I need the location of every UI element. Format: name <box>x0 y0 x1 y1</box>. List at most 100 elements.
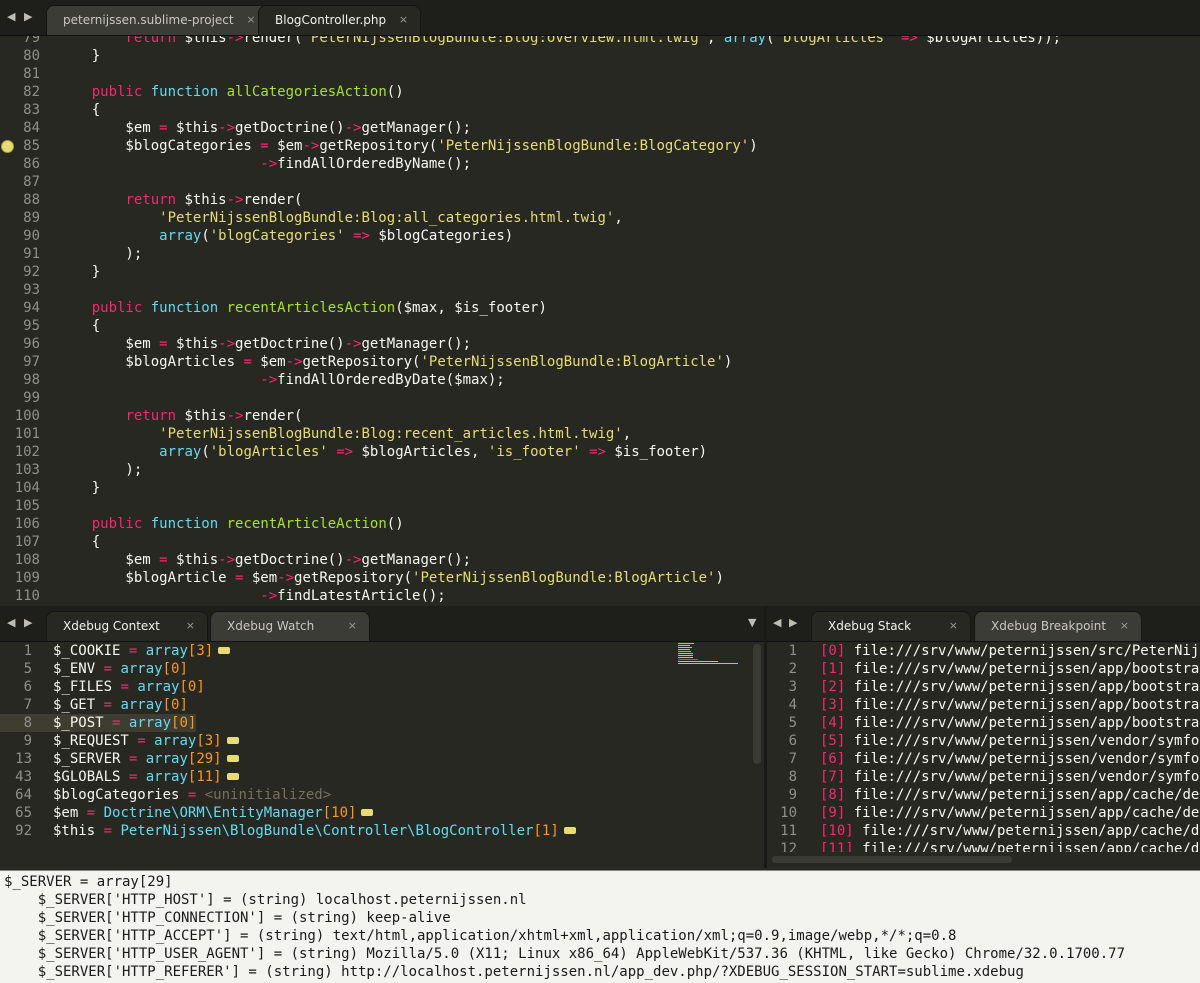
tab-nav-left-icon[interactable]: ◀ <box>7 606 17 641</box>
stack-frame-row[interactable]: 3 [2] file:///srv/www/peternijssen/app/bo… <box>767 678 1200 696</box>
code-line[interactable]: 105 <box>0 497 58 515</box>
code-line[interactable]: 85 $blogCategories = $em->getRepository(… <box>0 137 758 155</box>
code-line[interactable]: 86 ->findAllOrderedByName(); <box>0 155 471 173</box>
context-variable-row[interactable]: 92 $this = PeterNijssen\BlogBundle\Contro… <box>0 822 576 840</box>
code-token: [3] <box>196 733 222 749</box>
code-token: file:///srv/www/peternijssen/src/PeterNi… <box>853 643 1200 659</box>
code-token: $em <box>251 354 286 370</box>
tab-blogcontroller[interactable]: BlogController.php × <box>258 5 422 35</box>
context-variable-row[interactable]: 8 $_POST = array[0] <box>0 714 197 732</box>
close-icon[interactable]: × <box>399 6 408 34</box>
code-line[interactable]: 91 ); <box>0 245 142 263</box>
code-line[interactable]: 101 'PeterNijssenBlogBundle:Blog:recent_… <box>0 425 631 443</box>
code-line[interactable]: 109 $blogArticle = $em->getRepository('P… <box>0 569 724 587</box>
tab-xdebug-stack[interactable]: Xdebug Stack × <box>811 611 971 641</box>
stack-frame-row[interactable]: 9 [8] file:///srv/www/peternijssen/app/ca… <box>767 786 1200 804</box>
xdebug-context-view[interactable]: 1 $_COOKIE = array[3] 5 $_ENV = array[0] 6 $_… <box>0 642 752 868</box>
stack-frame-row[interactable]: 8 [7] file:///srv/www/peternijssen/vendor… <box>767 768 1200 786</box>
code-line[interactable]: 82 public function allCategoriesAction() <box>0 83 403 101</box>
code-line[interactable]: 80 } <box>0 47 100 65</box>
stack-frame-row[interactable]: 12 [11] file:///srv/www/peternijssen/app/… <box>767 840 1200 852</box>
code-line[interactable]: 95 { <box>0 317 100 335</box>
stack-frame-row[interactable]: 4 [3] file:///srv/www/peternijssen/app/bo… <box>767 696 1200 714</box>
stack-frame-row[interactable]: 7 [6] file:///srv/www/peternijssen/vendor… <box>767 750 1200 768</box>
close-icon[interactable]: × <box>1120 612 1129 640</box>
stack-frame-row[interactable]: 10 [9] file:///srv/www/peternijssen/app/c… <box>767 804 1200 822</box>
tab-nav-right-icon[interactable]: ▶ <box>24 606 34 641</box>
context-variable-row[interactable]: 1 $_COOKIE = array[3] <box>0 642 231 660</box>
close-icon[interactable]: × <box>348 612 357 640</box>
expand-ellipsis-icon[interactable] <box>226 772 239 780</box>
stack-horizontal-scrollbar[interactable] <box>772 856 1012 863</box>
code-line[interactable]: 89 'PeterNijssenBlogBundle:Blog:all_cate… <box>0 209 623 227</box>
code-line[interactable]: 84 $em = $this->getDoctrine()->getManage… <box>0 119 471 137</box>
code-token: 'PeterNijssenBlogBundle:Blog:all_categor… <box>159 210 615 226</box>
code-line[interactable]: 103 ); <box>0 461 143 479</box>
code-line[interactable]: 104 } <box>0 479 100 497</box>
code-line[interactable]: 93 <box>0 281 58 299</box>
expand-ellipsis-icon[interactable] <box>226 736 239 744</box>
tab-nav-right-icon[interactable]: ▶ <box>789 606 799 641</box>
tab-xdebug-breakpoint[interactable]: Xdebug Breakpoint × <box>974 611 1142 641</box>
tab-nav-left-icon[interactable]: ◀ <box>7 0 17 35</box>
code-line[interactable]: 102 array('blogArticles' => $blogArticle… <box>0 443 707 461</box>
chevron-down-icon[interactable]: ▼ <box>748 616 756 629</box>
tab-xdebug-watch[interactable]: Xdebug Watch × <box>210 611 370 641</box>
code-line[interactable]: 97 $blogArticles = $em->getRepository('P… <box>0 353 732 371</box>
line-number: 13 <box>15 751 32 767</box>
code-line[interactable]: 108 $em = $this->getDoctrine()->getManag… <box>0 551 471 569</box>
close-icon[interactable]: × <box>246 6 255 34</box>
stack-frame-row[interactable]: 5 [4] file:///srv/www/peternijssen/app/bo… <box>767 714 1200 732</box>
code-line[interactable]: 98 ->findAllOrderedByDate($max); <box>0 371 505 389</box>
code-line[interactable]: 81 <box>0 65 58 83</box>
tab-xdebug-context[interactable]: Xdebug Context × <box>46 611 208 641</box>
context-variable-row[interactable]: 9 $_REQUEST = array[3] <box>0 732 239 750</box>
minimap[interactable] <box>678 643 738 665</box>
tab-nav-right-icon[interactable]: ▶ <box>24 0 34 35</box>
close-icon[interactable]: × <box>186 612 195 640</box>
stack-frame-row[interactable]: 1 [0] file:///srv/www/peternijssen/src/Pe… <box>767 642 1200 660</box>
code-line[interactable]: 110 ->findLatestArticle(); <box>0 587 446 604</box>
code-line[interactable]: 79 return $this->render('PeterNijssenBlo… <box>0 36 1061 47</box>
code-line[interactable]: 83 { <box>0 101 100 119</box>
code-token: [9] <box>820 805 846 821</box>
context-variable-row[interactable]: 64 $blogCategories = <uninitialized> <box>0 786 331 804</box>
xdebug-stack-view[interactable]: 1 [0] file:///srv/www/peternijssen/src/Pe… <box>767 642 1200 852</box>
code-token: $_GET <box>53 697 104 713</box>
expand-ellipsis-icon[interactable] <box>563 826 576 834</box>
code-line[interactable]: 92 } <box>0 263 100 281</box>
tab-nav-left-icon[interactable]: ◀ <box>773 606 783 641</box>
code-line[interactable]: 90 array('blogCategories' => $blogCatego… <box>0 227 513 245</box>
expand-ellipsis-icon[interactable] <box>218 646 231 654</box>
code-line[interactable]: 88 return $this->render( <box>0 191 302 209</box>
code-line[interactable]: 99 <box>0 389 58 407</box>
stack-frame-row[interactable]: 6 [5] file:///srv/www/peternijssen/vendor… <box>767 732 1200 750</box>
context-variable-row[interactable]: 5 $_ENV = array[0] <box>0 660 188 678</box>
context-variable-row[interactable]: 7 $_GET = array[0] <box>0 696 188 714</box>
code-line[interactable]: 100 return $this->render( <box>0 407 303 425</box>
code-line[interactable]: 107 { <box>0 533 100 551</box>
close-icon[interactable]: × <box>949 612 958 640</box>
stack-frame-row[interactable]: 2 [1] file:///srv/www/peternijssen/app/bo… <box>767 660 1200 678</box>
code-line[interactable]: 96 $em = $this->getDoctrine()->getManage… <box>0 335 471 353</box>
stack-frame-row[interactable]: 11 [10] file:///srv/www/peternijssen/app/… <box>767 822 1200 840</box>
code-text: return $this->render( <box>58 407 302 425</box>
expand-ellipsis-icon[interactable] <box>226 754 239 762</box>
context-scrollbar[interactable] <box>753 644 761 764</box>
output-panel[interactable]: $_SERVER = array[29] $_SERVER['HTTP_HOST… <box>0 870 1200 983</box>
context-variable-row[interactable]: 13 $_SERVER = array[29] <box>0 750 239 768</box>
code-line[interactable]: 87 <box>0 173 58 191</box>
code-line[interactable]: 94 public function recentArticlesAction(… <box>0 299 547 317</box>
context-variable-row[interactable]: 43 $GLOBALS = array[11] <box>0 768 239 786</box>
context-variable-row[interactable]: 65 $em = Doctrine\ORM\EntityManager[10] <box>0 804 374 822</box>
code-editor[interactable]: 79 return $this->render('PeterNijssenBlo… <box>0 36 1200 604</box>
breakpoint-icon[interactable] <box>1 140 14 153</box>
code-line[interactable]: 106 public function recentArticleAction(… <box>0 515 404 533</box>
code-text: [2] file:///srv/www/peternijssen/app/boo… <box>820 678 1200 696</box>
tab-project[interactable]: peternijssen.sublime-project × <box>46 5 269 35</box>
expand-ellipsis-icon[interactable] <box>361 808 374 816</box>
context-variable-row[interactable]: 6 $_FILES = array[0] <box>0 678 205 696</box>
line-number: 105 <box>14 498 40 514</box>
